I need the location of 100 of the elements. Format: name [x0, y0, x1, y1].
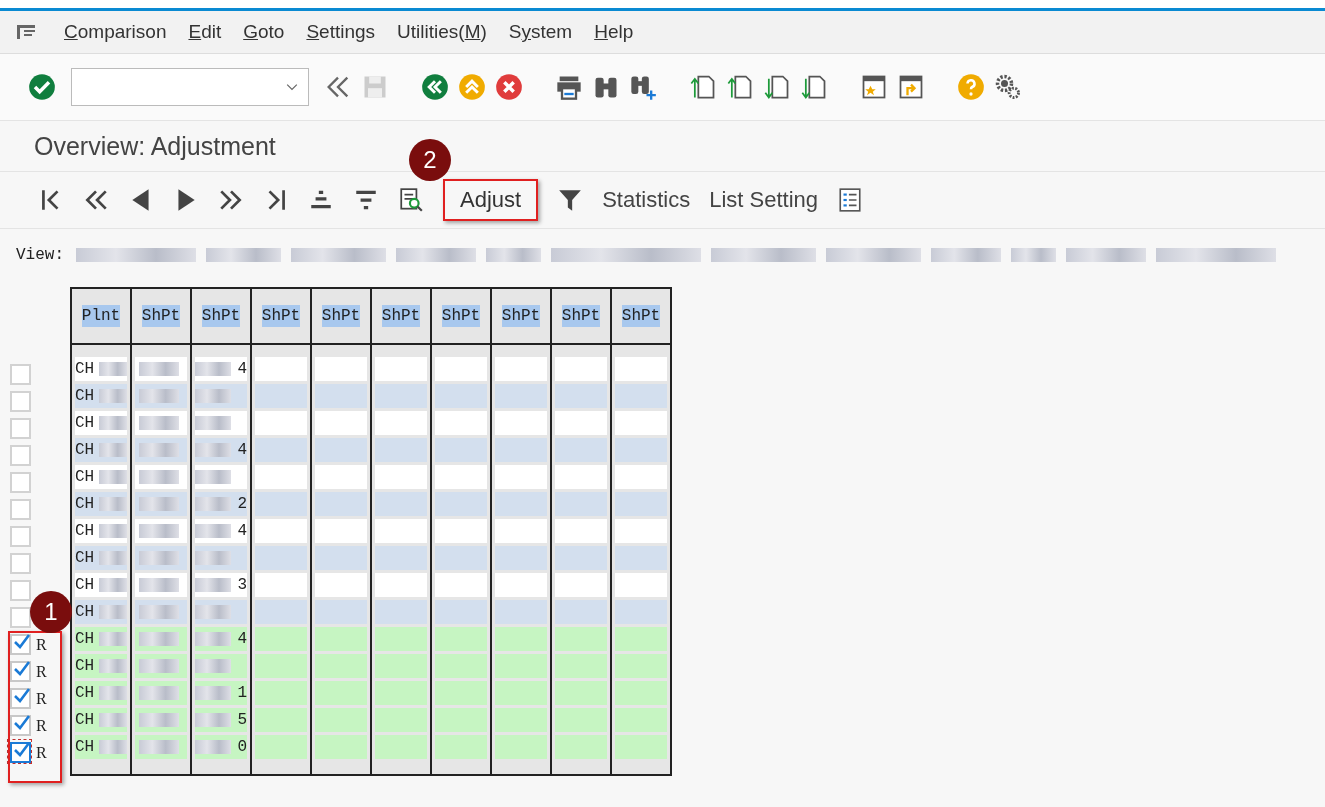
column-header[interactable]: ShPt [141, 305, 181, 327]
filter-icon[interactable] [557, 187, 584, 213]
table-cell [315, 627, 367, 651]
redacted-text [195, 713, 231, 727]
back-icon[interactable] [421, 73, 449, 101]
table-cell: 4 [237, 630, 247, 648]
table-cell: 0 [237, 738, 247, 756]
column-header[interactable]: ShPt [381, 305, 421, 327]
table-cell: CH [75, 576, 95, 594]
menu-item[interactable]: System [508, 21, 573, 43]
redacted-text [99, 605, 127, 619]
statistics-button[interactable]: Statistics [602, 187, 691, 213]
list-icon[interactable] [837, 187, 864, 213]
redacted-text [195, 632, 231, 646]
table-cell [495, 654, 547, 678]
menu-item[interactable]: Comparison [64, 21, 167, 43]
row-checkbox[interactable] [10, 715, 31, 736]
table-cell [555, 735, 607, 759]
redacted-text [195, 362, 231, 376]
table-cell: 5 [237, 711, 247, 729]
menu-item[interactable]: Edit [188, 21, 222, 43]
adjust-button[interactable]: Adjust [443, 179, 539, 221]
column-header[interactable]: ShPt [201, 305, 241, 327]
column-header[interactable]: ShPt [561, 305, 601, 327]
table-cell [555, 465, 607, 489]
table-cell [255, 654, 307, 678]
table-cell [315, 519, 367, 543]
redacted-text [195, 578, 231, 592]
table-cell [435, 465, 487, 489]
table-cell [315, 573, 367, 597]
table-cell [495, 357, 547, 381]
table-cell [255, 519, 307, 543]
table-cell [615, 627, 667, 651]
details-icon[interactable] [398, 187, 424, 213]
column-header[interactable]: ShPt [441, 305, 481, 327]
column-header[interactable]: ShPt [621, 305, 661, 327]
table-cell [255, 708, 307, 732]
check-icon[interactable] [28, 73, 56, 101]
menu-item[interactable]: Settings [306, 21, 376, 43]
table-cell: CH [75, 441, 95, 459]
redacted-text [195, 686, 231, 700]
table-cell [375, 519, 427, 543]
page-arrow-icon[interactable] [763, 73, 791, 101]
redacted-text [139, 740, 179, 754]
command-field[interactable] [71, 68, 309, 106]
redacted-text [195, 389, 231, 403]
table-cell [435, 573, 487, 597]
table-cell [555, 411, 607, 435]
cancel-icon[interactable] [495, 73, 523, 101]
table-cell [375, 708, 427, 732]
redacted-text [99, 362, 127, 376]
menu-item[interactable]: Utilities(M) [397, 21, 487, 43]
column-header[interactable]: ShPt [261, 305, 301, 327]
redacted-text [195, 443, 231, 457]
dropdown-caret-icon[interactable] [286, 83, 298, 91]
settings-icon[interactable] [994, 73, 1022, 101]
page-arrow-icon[interactable] [726, 73, 754, 101]
table-cell: CH [75, 414, 95, 432]
column-header[interactable]: ShPt [501, 305, 541, 327]
column-header[interactable]: Plnt [81, 305, 121, 327]
redacted-text [99, 632, 127, 646]
table-cell [555, 681, 607, 705]
menu-icon[interactable] [16, 24, 36, 40]
redacted-text [195, 497, 231, 511]
column-header[interactable]: ShPt [321, 305, 361, 327]
table-cell: CH [75, 387, 95, 405]
table-cell [375, 411, 427, 435]
redacted-text [139, 605, 179, 619]
table-cell [375, 357, 427, 381]
redacted-text [99, 659, 127, 673]
table-cell: CH [75, 495, 95, 513]
row-flag-label: R [36, 635, 47, 654]
redacted-text [99, 443, 127, 457]
table-cell: CH [75, 468, 95, 486]
table-cell [555, 708, 607, 732]
redacted-text [139, 524, 179, 538]
row-checkbox[interactable] [10, 661, 31, 682]
redacted-text [139, 443, 179, 457]
table-cell [315, 654, 367, 678]
row-flag-label: R [36, 689, 47, 708]
list-setting-button[interactable]: List Setting [709, 187, 819, 213]
table-cell [255, 735, 307, 759]
table-cell [315, 681, 367, 705]
table-cell [375, 681, 427, 705]
redacted-text [139, 416, 179, 430]
redacted-text [195, 659, 231, 673]
row-checkbox[interactable] [10, 688, 31, 709]
menu-item[interactable]: Goto [243, 21, 285, 43]
table-cell [315, 357, 367, 381]
row-checkbox[interactable] [10, 634, 31, 655]
page-arrow-icon[interactable] [800, 73, 828, 101]
menu-item[interactable]: Help [594, 21, 634, 43]
table-cell [315, 735, 367, 759]
table-cell: CH [75, 360, 95, 378]
table-cell [615, 573, 667, 597]
redacted-text [139, 686, 179, 700]
table-cell [375, 627, 427, 651]
table-cell: 2 [237, 495, 247, 513]
row-flag-label: R [36, 716, 47, 735]
page-arrow-icon[interactable] [689, 73, 717, 101]
